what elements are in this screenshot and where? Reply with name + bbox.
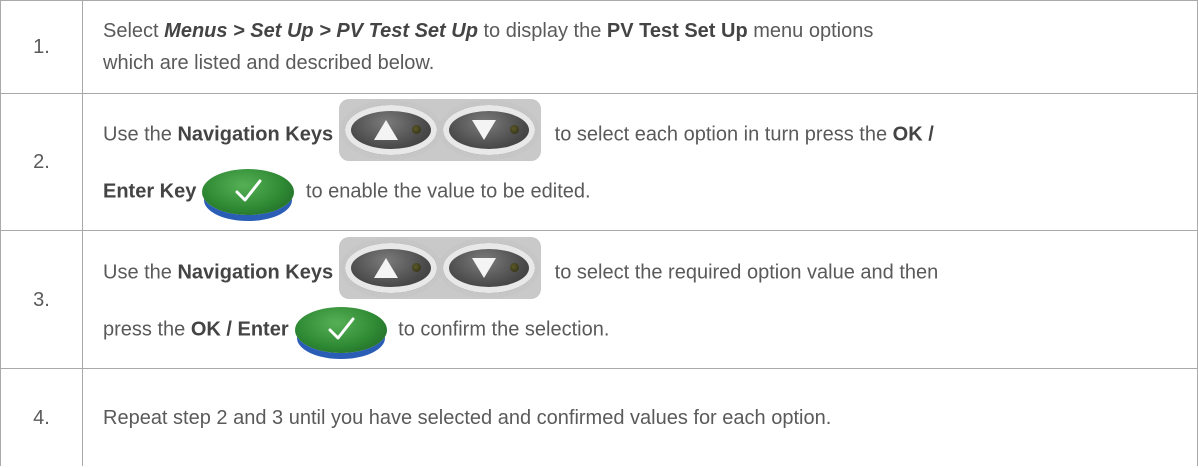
step-number: 1. <box>0 0 83 94</box>
navigation-keys-label: Navigation Keys <box>177 260 334 283</box>
step-line: which are listed and described below. <box>103 52 435 74</box>
navigation-keys-image <box>339 236 542 299</box>
step-number: 3. <box>0 230 83 369</box>
text-run: press the <box>103 317 191 340</box>
navigation-keys-image <box>339 99 542 161</box>
ok-enter-key-icon <box>202 169 295 215</box>
step-text: Select Menus > Set Up > PV Test Set Up t… <box>82 0 1198 94</box>
menu-name: PV Test Set Up <box>606 20 748 42</box>
navigation-up-key-icon <box>345 105 438 155</box>
step-line: Select Menus > Set Up > PV Test Set Up t… <box>103 15 1173 47</box>
step-number: 2. <box>0 93 83 231</box>
step-line: Use the Navigation Keys to select each o… <box>103 99 1173 161</box>
text-run: to select the required option value and … <box>549 260 939 283</box>
navigation-keys-label: Navigation Keys <box>177 123 334 146</box>
step-text: Repeat step 2 and 3 until you have selec… <box>82 368 1198 466</box>
navigation-down-key-icon <box>443 242 536 293</box>
text-run: Use the <box>103 123 178 146</box>
ok-key-label: OK / <box>892 123 934 146</box>
navigation-up-key-icon <box>345 242 438 293</box>
step-text: Use the Navigation Keys to select each o… <box>82 93 1198 231</box>
ok-enter-label: OK / Enter <box>190 317 289 340</box>
navigation-down-key-icon <box>443 105 536 155</box>
step-row-4: 4. Repeat step 2 and 3 until you have se… <box>0 368 1198 466</box>
step-row-1: 1. Select Menus > Set Up > PV Test Set U… <box>0 0 1198 94</box>
text-run: to display the <box>477 20 607 42</box>
text-run: menu options <box>747 20 874 42</box>
text-run: to enable the value to be edited. <box>300 180 591 203</box>
step-text: Use the Navigation Keys to select the re… <box>82 230 1198 369</box>
instruction-steps-table: 1. Select Menus > Set Up > PV Test Set U… <box>0 0 1198 466</box>
text-run: to select each option in turn press the <box>549 123 893 146</box>
text-run: Select <box>103 20 165 42</box>
text-run: Use the <box>103 260 178 283</box>
step-line: Repeat step 2 and 3 until you have selec… <box>103 406 832 429</box>
ok-enter-key-icon <box>294 306 387 353</box>
step-line: Enter Key to enable the value to be edit… <box>103 169 1173 215</box>
step-row-2: 2. Use the Navigation Keys to select eac… <box>0 93 1198 231</box>
step-row-3: 3. Use the Navigation Keys to select the… <box>0 230 1198 369</box>
step-line: Use the Navigation Keys to select the re… <box>103 236 1173 299</box>
step-number: 4. <box>0 368 83 466</box>
text-run: to confirm the selection. <box>392 317 610 340</box>
enter-key-label: Enter Key <box>103 180 197 203</box>
step-line: press the OK / Enter to confirm the sele… <box>103 306 1173 353</box>
menu-path: Menus > Set Up > PV Test Set Up <box>164 20 478 42</box>
